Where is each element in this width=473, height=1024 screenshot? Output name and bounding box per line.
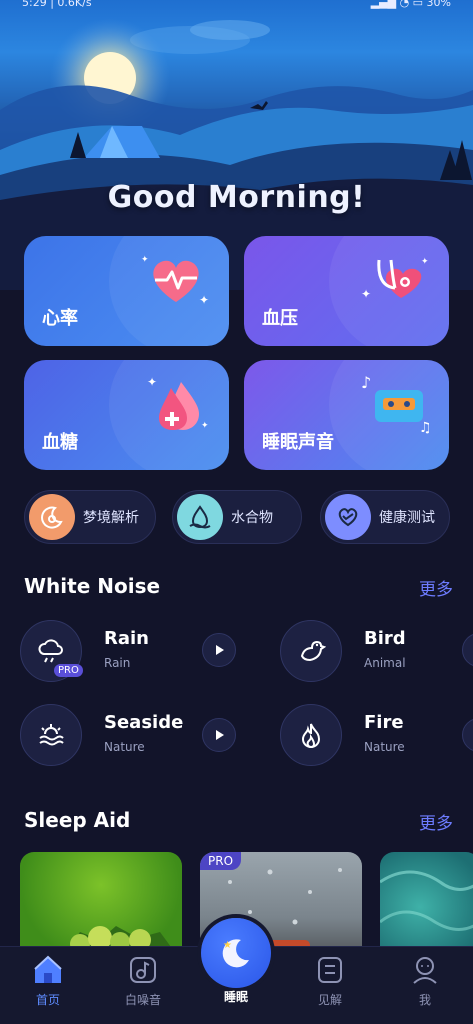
sleep-sound-label: 睡眠声音 bbox=[262, 432, 334, 453]
svg-text:♪: ♪ bbox=[361, 374, 371, 392]
nav-profile-label: 我 bbox=[418, 993, 431, 1007]
hydration-button[interactable]: 水合物 bbox=[172, 490, 302, 544]
health-test-label: 健康测试 bbox=[379, 510, 435, 526]
blood-pressure-card[interactable]: ✦ ✦ 血压 bbox=[244, 236, 449, 346]
svg-text:✦: ✦ bbox=[201, 421, 209, 431]
noise-category: Rain bbox=[104, 656, 131, 670]
nav-sleep-label: 睡眠 bbox=[223, 990, 248, 1004]
status-time: 5:29 | 0.6K/s bbox=[22, 0, 92, 9]
pro-badge: PRO bbox=[200, 852, 242, 870]
noise-name: Fire bbox=[364, 712, 404, 733]
nav-home-label: 首页 bbox=[35, 993, 60, 1007]
status-indicators: ▂▄▆ ◔ ▭ 30% bbox=[370, 0, 451, 9]
svg-text:✦: ✦ bbox=[199, 293, 209, 307]
noise-category: Animal bbox=[364, 656, 406, 670]
dream-analysis-button[interactable]: 梦境解析 bbox=[24, 490, 156, 544]
noise-name: Rain bbox=[104, 628, 149, 649]
health-test-button[interactable]: 健康测试 bbox=[320, 490, 450, 544]
svg-text:♫: ♫ bbox=[419, 420, 431, 434]
noise-name: Bird bbox=[364, 628, 406, 649]
heart-rate-label: 心率 bbox=[42, 308, 78, 329]
nav-sleep-button[interactable]: ★ bbox=[201, 918, 271, 988]
heart-rate-card[interactable]: ✦ ✦ 心率 bbox=[24, 236, 229, 346]
nav-insights[interactable]: 见解 bbox=[295, 953, 365, 1008]
blood-sugar-card[interactable]: ✦ ✦ 血糖 bbox=[24, 360, 229, 470]
white-noise-more-link[interactable]: 更多 bbox=[419, 575, 453, 600]
sleep-aid-title: Sleep Aid bbox=[24, 808, 131, 832]
dream-icon bbox=[29, 494, 75, 540]
fire-icon bbox=[280, 704, 342, 766]
nav-profile[interactable]: 我 bbox=[390, 953, 460, 1008]
dream-analysis-label: 梦境解析 bbox=[83, 510, 139, 526]
sleep-sound-card[interactable]: ♪ ♫ 睡眠声音 bbox=[244, 360, 449, 470]
noise-item-fire[interactable]: Fire Nature bbox=[280, 704, 473, 768]
nav-home[interactable]: 首页 bbox=[13, 953, 83, 1008]
hydration-label: 水合物 bbox=[231, 510, 273, 526]
blood-sugar-label: 血糖 bbox=[42, 432, 78, 453]
seaside-icon bbox=[20, 704, 82, 766]
status-bar: 5:29 | 0.6K/s ▂▄▆ ◔ ▭ 30% bbox=[0, 0, 473, 14]
noise-category: Nature bbox=[104, 740, 145, 754]
play-button-rain[interactable] bbox=[202, 633, 236, 667]
nav-insights-label: 见解 bbox=[317, 993, 342, 1007]
play-icon bbox=[216, 730, 224, 740]
nav-white-noise-label: 白噪音 bbox=[124, 993, 161, 1007]
water-drop-icon bbox=[177, 494, 223, 540]
bird-icon bbox=[280, 620, 342, 682]
svg-text:✦: ✦ bbox=[421, 257, 429, 267]
svg-text:✦: ✦ bbox=[361, 287, 371, 301]
svg-text:✦: ✦ bbox=[141, 255, 149, 265]
heart-rate-icon: ✦ ✦ bbox=[141, 250, 211, 310]
white-noise-title: White Noise bbox=[24, 574, 161, 598]
pro-badge: PRO bbox=[54, 664, 83, 677]
profile-icon bbox=[408, 953, 442, 987]
nav-white-noise[interactable]: 白噪音 bbox=[108, 953, 178, 1008]
white-noise-icon bbox=[126, 953, 160, 987]
blood-pressure-label: 血压 bbox=[262, 308, 298, 329]
app-screen: 5:29 | 0.6K/s ▂▄▆ ◔ ▭ 30% Good Morning! … bbox=[0, 0, 473, 1024]
home-icon bbox=[31, 953, 65, 987]
noise-item-bird[interactable]: Bird Animal bbox=[280, 620, 473, 684]
greeting-title: Good Morning! bbox=[107, 180, 366, 215]
moon-icon: ★ bbox=[222, 939, 249, 968]
insight-icon bbox=[313, 953, 347, 987]
svg-text:★: ★ bbox=[223, 940, 232, 951]
play-button-seaside[interactable] bbox=[202, 718, 236, 752]
sleep-sound-icon: ♪ ♫ bbox=[361, 373, 432, 436]
svg-text:✦: ✦ bbox=[147, 375, 157, 389]
health-heart-icon bbox=[325, 494, 371, 540]
play-icon bbox=[216, 645, 224, 655]
sleep-aid-more-link[interactable]: 更多 bbox=[419, 809, 453, 834]
blood-pressure-icon: ✦ ✦ bbox=[361, 250, 431, 310]
noise-name: Seaside bbox=[104, 712, 184, 733]
blood-sugar-icon: ✦ ✦ bbox=[141, 374, 211, 434]
noise-category: Nature bbox=[364, 740, 405, 754]
